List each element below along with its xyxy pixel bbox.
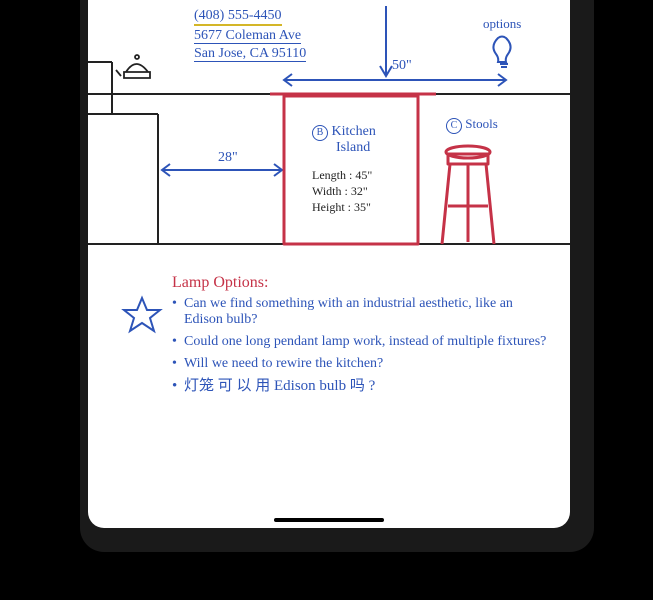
lightbulb-icon — [493, 37, 510, 68]
list-item: • Could one long pendant lamp work, inst… — [172, 334, 552, 350]
star-icon — [124, 298, 160, 331]
notes-list: • Can we find something with an industri… — [172, 294, 552, 400]
list-item: • 灯笼 可 以 用 Edison bulb 吗 ? — [172, 378, 552, 394]
notes-canvas[interactable]: (408) 555-4450 5677 Coleman Ave San Jose… — [88, 0, 570, 528]
home-indicator[interactable] — [274, 518, 384, 522]
ipad-device-frame: (408) 555-4450 5677 Coleman Ave San Jose… — [80, 0, 594, 552]
notes-heading: Lamp Options: — [172, 274, 268, 292]
list-item: • Can we find something with an industri… — [172, 296, 552, 328]
sketch-layer — [88, 0, 570, 528]
list-item: • Will we need to rewire the kitchen? — [172, 356, 552, 372]
